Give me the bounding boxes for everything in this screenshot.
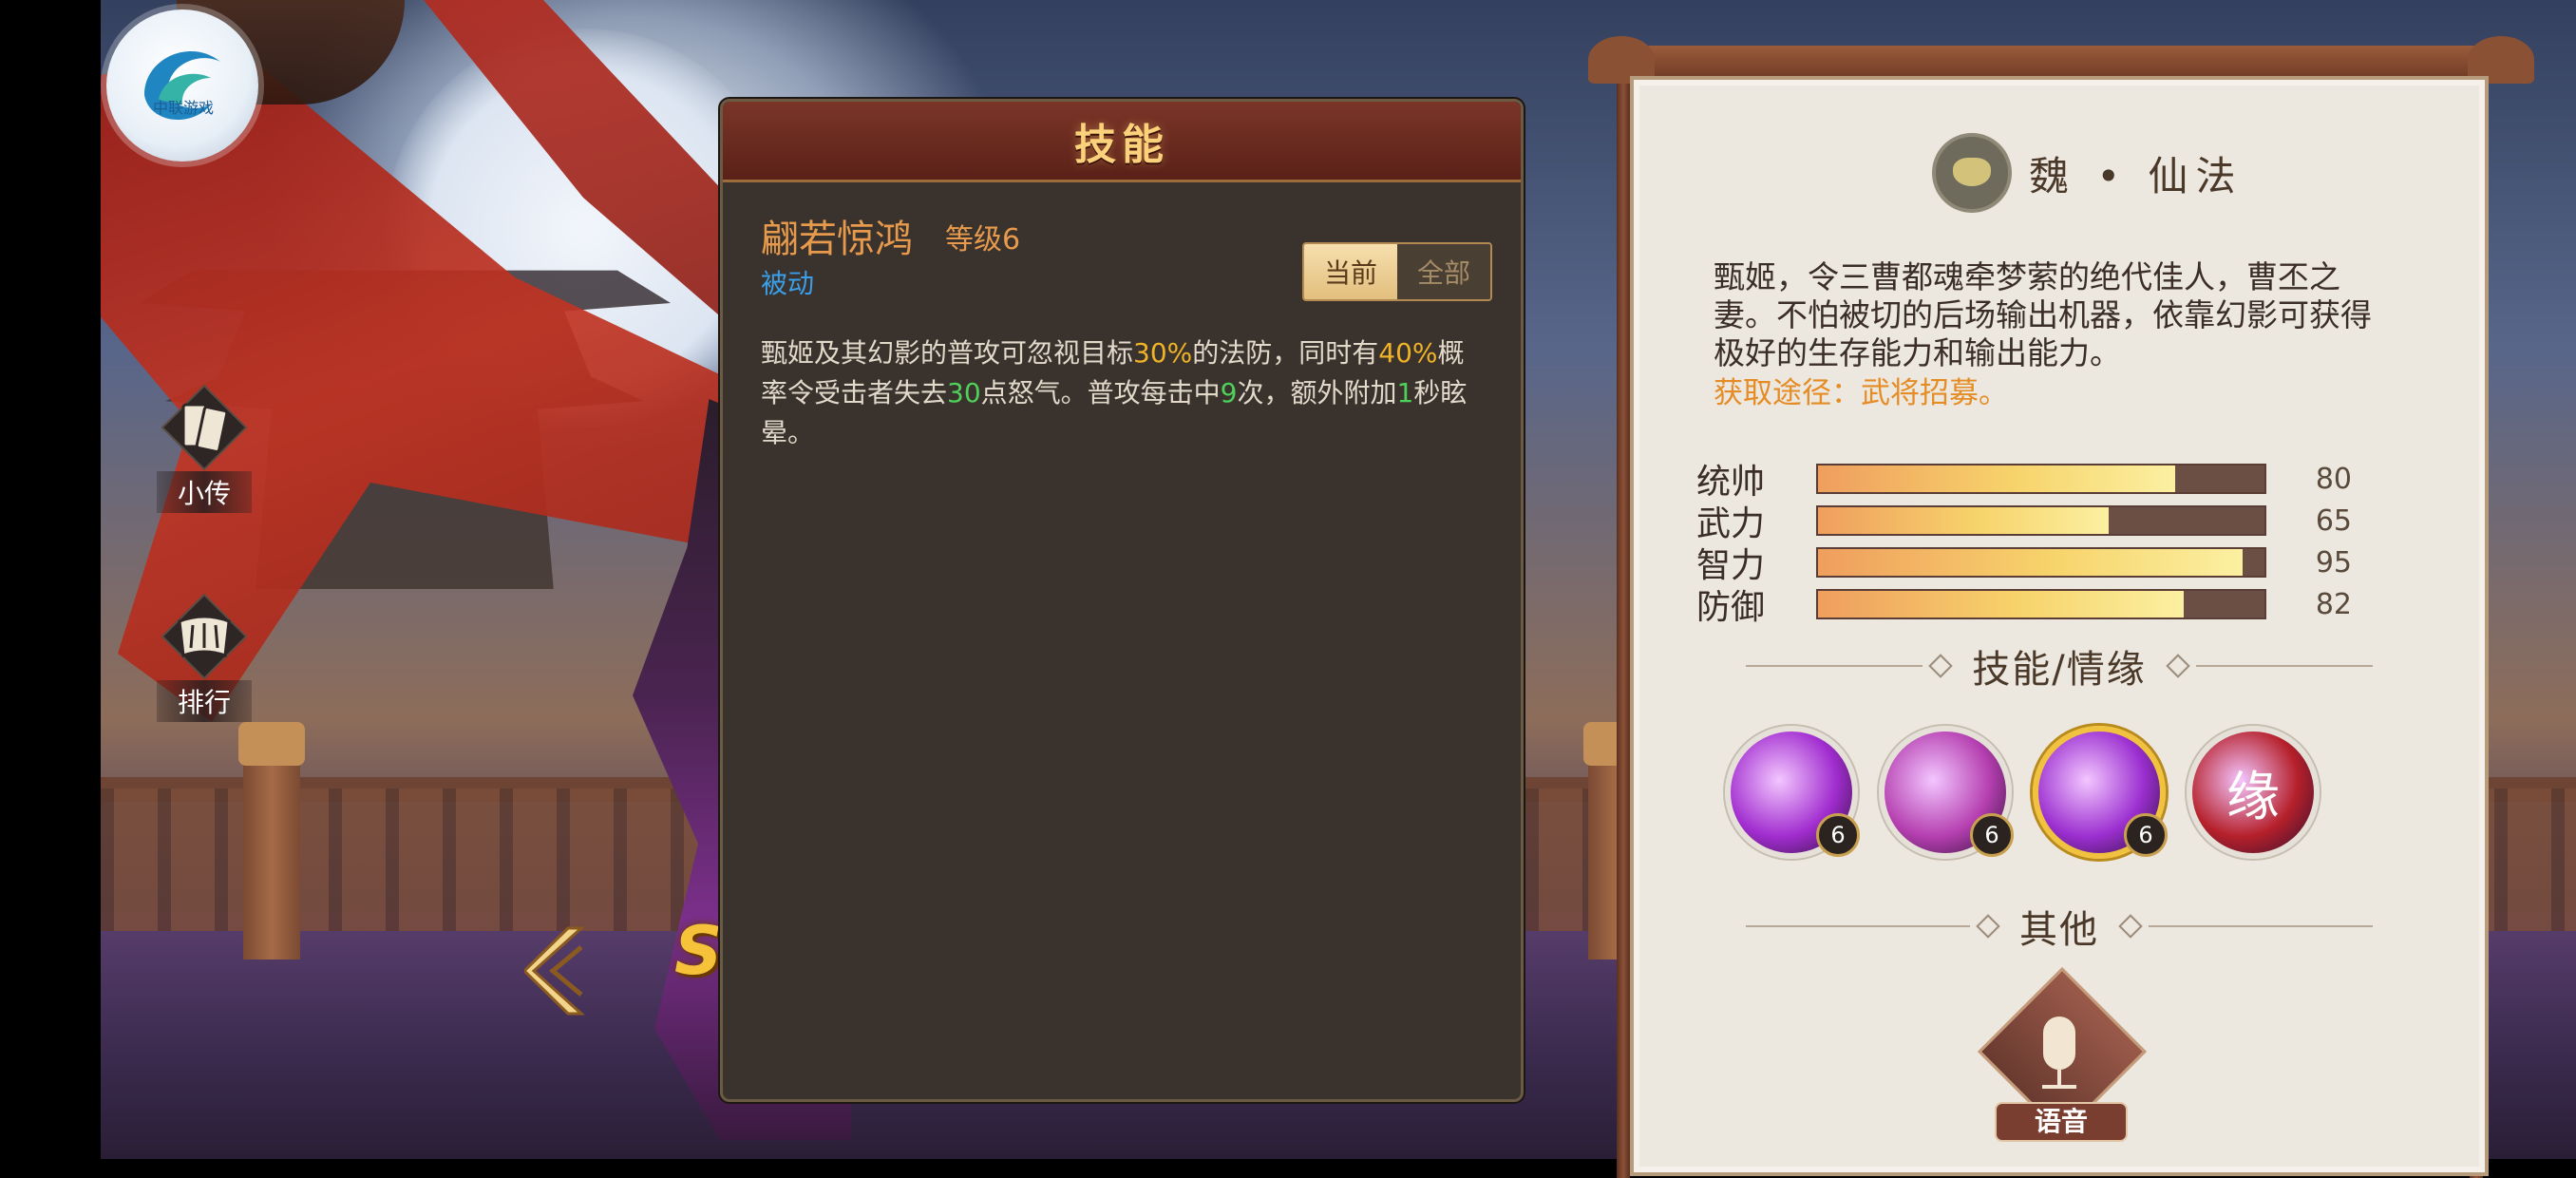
skill-level-badge: 6 — [1970, 813, 2014, 857]
info-paper: 魏 • 仙法 甄姬，令三曹都魂牵梦萦的绝代佳人，曹丕之妻。不怕被切的后场输出机器… — [1630, 76, 2489, 1176]
stat-row: 统帅 80 — [1696, 458, 2418, 503]
bond-icon[interactable]: 缘 — [2187, 726, 2320, 859]
desc-text: 甄姬及其幻影的普攻可忽视目标 — [761, 337, 1134, 369]
stat-bar-fill — [1818, 466, 2175, 492]
divider-line — [1746, 665, 1923, 667]
desc-value: 30 — [947, 377, 981, 408]
skill-level-badge: 6 — [2124, 813, 2168, 857]
bond-glyph: 缘 — [2226, 766, 2280, 828]
faction-row: 魏 • 仙法 — [1932, 133, 2243, 213]
skills-heading: 技能/情缘 — [1972, 648, 2147, 692]
stat-bar — [1816, 505, 2266, 536]
hero-bio: 甄姬，令三曹都魂牵梦萦的绝代佳人，曹丕之妻。不怕被切的后场输出机器，依靠幻影可获… — [1714, 258, 2372, 371]
nav-ranking-button[interactable]: 排行 — [133, 593, 275, 726]
desc-value: 30% — [1133, 337, 1193, 369]
skill-2-icon[interactable]: 6 — [1879, 726, 2014, 859]
stat-bar — [1816, 464, 2266, 494]
stat-value: 65 — [2315, 504, 2352, 538]
diamond-icon — [2166, 654, 2190, 678]
railing-post — [243, 732, 300, 960]
diamond-icon — [1928, 654, 1953, 678]
diamond-icon — [2118, 914, 2143, 939]
railing-post-cap — [238, 722, 305, 766]
publisher-logo: 中联游戏 — [101, 0, 405, 171]
stat-bar — [1816, 547, 2266, 578]
divider-line — [2149, 925, 2373, 927]
stat-value: 95 — [2315, 545, 2352, 580]
obtain-method: 获取途径：武将招募。 — [1714, 376, 2008, 410]
skill-panel-title: 技能 — [1074, 121, 1169, 169]
stat-value: 80 — [2315, 462, 2352, 496]
toggle-current-button[interactable]: 当前 — [1304, 244, 1397, 299]
stat-row: 智力 95 — [1696, 542, 2418, 586]
logo-swirl-icon — [144, 50, 220, 121]
other-heading: 其他 — [2019, 908, 2099, 952]
faction-label: 魏 • 仙法 — [2029, 152, 2244, 200]
logo-text: 中联游戏 — [152, 99, 214, 117]
diamond-icon — [1976, 914, 2000, 939]
stat-bar-fill — [1818, 507, 2109, 534]
skill-description: 甄姬及其幻影的普攻可忽视目标30%的法防，同时有40%概率令受击者失去30点怒气… — [761, 333, 1483, 453]
skill-level: 等级6 — [945, 223, 1021, 256]
other-divider: 其他 — [1746, 902, 2373, 952]
microphone-icon — [2043, 1016, 2075, 1070]
skill-level-badge: 6 — [1816, 813, 1860, 857]
skill-name: 翩若惊鸿 — [761, 218, 913, 261]
toggle-all-button[interactable]: 全部 — [1397, 244, 1490, 299]
skill-type: 被动 — [761, 268, 815, 299]
skill-panel-header: 技能 — [723, 102, 1521, 182]
desc-text: 次，额外附加 — [1237, 377, 1397, 408]
skill-1-icon[interactable]: 6 — [1725, 726, 1860, 859]
stat-value: 82 — [2315, 587, 2352, 621]
voice-label: 语音 — [1995, 1102, 2128, 1142]
nav-biography-button[interactable]: 小传 — [133, 384, 275, 517]
nav-ranking-label: 排行 — [156, 680, 252, 722]
hero-info-panel: 魏 • 仙法 甄姬，令三曹都魂牵梦萦的绝代佳人，曹丕之妻。不怕被切的后场输出机器… — [1588, 28, 2534, 1178]
voice-button[interactable]: 语音 — [1977, 966, 2148, 1144]
stat-bar — [1816, 589, 2266, 619]
desc-value: 9 — [1220, 377, 1238, 408]
scroll-icon — [161, 593, 248, 680]
faction-emblem-icon — [1932, 133, 2012, 213]
scroll-pole-left — [1617, 76, 1630, 1178]
desc-text: 的法防，同时有 — [1192, 337, 1379, 369]
skill-detail-panel: 技能 翩若惊鸿 等级6 被动 当前 全部 甄姬及其幻影的普攻可忽视目标30%的法… — [720, 99, 1524, 1102]
chevron-left-icon[interactable] — [524, 923, 591, 1018]
divider-line — [1746, 925, 1970, 927]
skill-3-icon[interactable]: 6 — [2033, 726, 2168, 859]
stat-row: 防御 82 — [1696, 583, 2418, 628]
stat-name: 防御 — [1696, 588, 1766, 627]
stat-bar-fill — [1818, 549, 2243, 576]
skills-divider: 技能/情缘 — [1746, 642, 2374, 692]
stat-row: 武力 65 — [1696, 500, 2418, 544]
cards-icon — [161, 384, 248, 471]
divider-line — [2195, 665, 2374, 667]
microphone-base — [2042, 1085, 2076, 1089]
desc-text: 点怒气。普攻每击中 — [980, 377, 1221, 408]
level-toggle: 当前 全部 — [1302, 242, 1492, 301]
stat-bar-fill — [1818, 591, 2185, 618]
desc-value: 40% — [1378, 337, 1438, 369]
logo-disc — [106, 10, 258, 162]
nav-biography-label: 小传 — [156, 471, 252, 513]
desc-value: 1 — [1396, 377, 1414, 408]
